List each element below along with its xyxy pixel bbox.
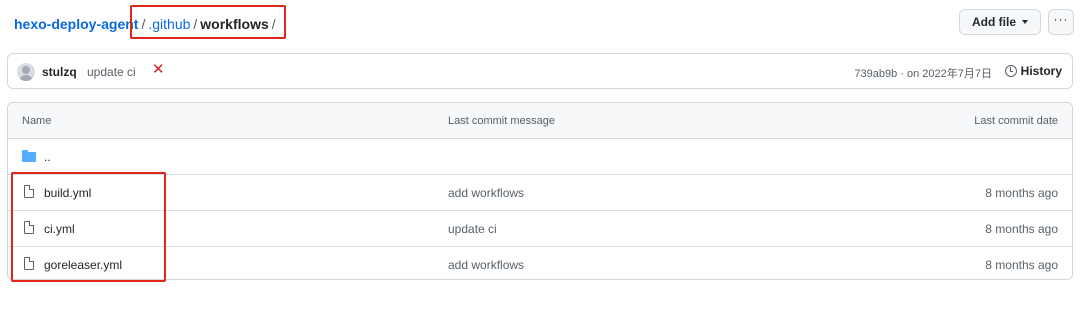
kebab-horizontal-icon: ···: [1053, 12, 1069, 26]
commit-message-link[interactable]: update ci: [448, 222, 497, 236]
commit-message-link[interactable]: add workflows: [448, 258, 524, 272]
parent-directory-row[interactable]: ..: [8, 139, 1072, 175]
file-table: Name Last commit message Last commit dat…: [7, 102, 1073, 280]
caret-down-icon: [1022, 20, 1028, 24]
commit-author-link[interactable]: stulzq: [42, 65, 77, 79]
folder-icon: [22, 150, 36, 162]
commit-message-link[interactable]: update ci: [87, 65, 136, 79]
table-header: Name Last commit message Last commit dat…: [8, 103, 1072, 139]
files-highlight-box: [11, 172, 166, 282]
avatar-body-shape: [19, 75, 33, 81]
more-options-button[interactable]: ···: [1048, 9, 1074, 35]
commit-message-link[interactable]: add workflows: [448, 186, 524, 200]
commit-sha-date[interactable]: 739ab9b · on 2022年7月7日: [854, 65, 992, 81]
commit-date: 8 months ago: [985, 186, 1058, 200]
history-link[interactable]: History: [1004, 64, 1062, 78]
commit-date: 8 months ago: [985, 222, 1058, 236]
table-row[interactable]: build.yml add workflows 8 months ago: [8, 175, 1072, 211]
history-label: History: [1020, 64, 1062, 78]
avatar-head-shape: [22, 66, 30, 74]
parent-directory-link[interactable]: ..: [44, 150, 51, 164]
column-header-name: Name: [22, 115, 52, 127]
add-file-button[interactable]: Add file: [959, 9, 1041, 35]
latest-commit-bar: stulzq update ci ✕ 739ab9b · on 2022年7月7…: [7, 53, 1073, 89]
x-icon[interactable]: ✕: [152, 62, 165, 78]
column-header-message: Last commit message: [448, 115, 555, 127]
history-icon: [1004, 65, 1017, 77]
commit-date: 8 months ago: [985, 258, 1058, 272]
table-row[interactable]: goreleaser.yml add workflows 8 months ag…: [8, 247, 1072, 279]
column-header-date: Last commit date: [974, 115, 1058, 127]
table-row[interactable]: ci.yml update ci 8 months ago: [8, 211, 1072, 247]
breadcrumb-highlight-box: [130, 5, 286, 39]
avatar[interactable]: [17, 63, 35, 81]
add-file-label: Add file: [972, 15, 1016, 29]
breadcrumb-repo-link[interactable]: hexo-deploy-agent: [14, 16, 138, 32]
